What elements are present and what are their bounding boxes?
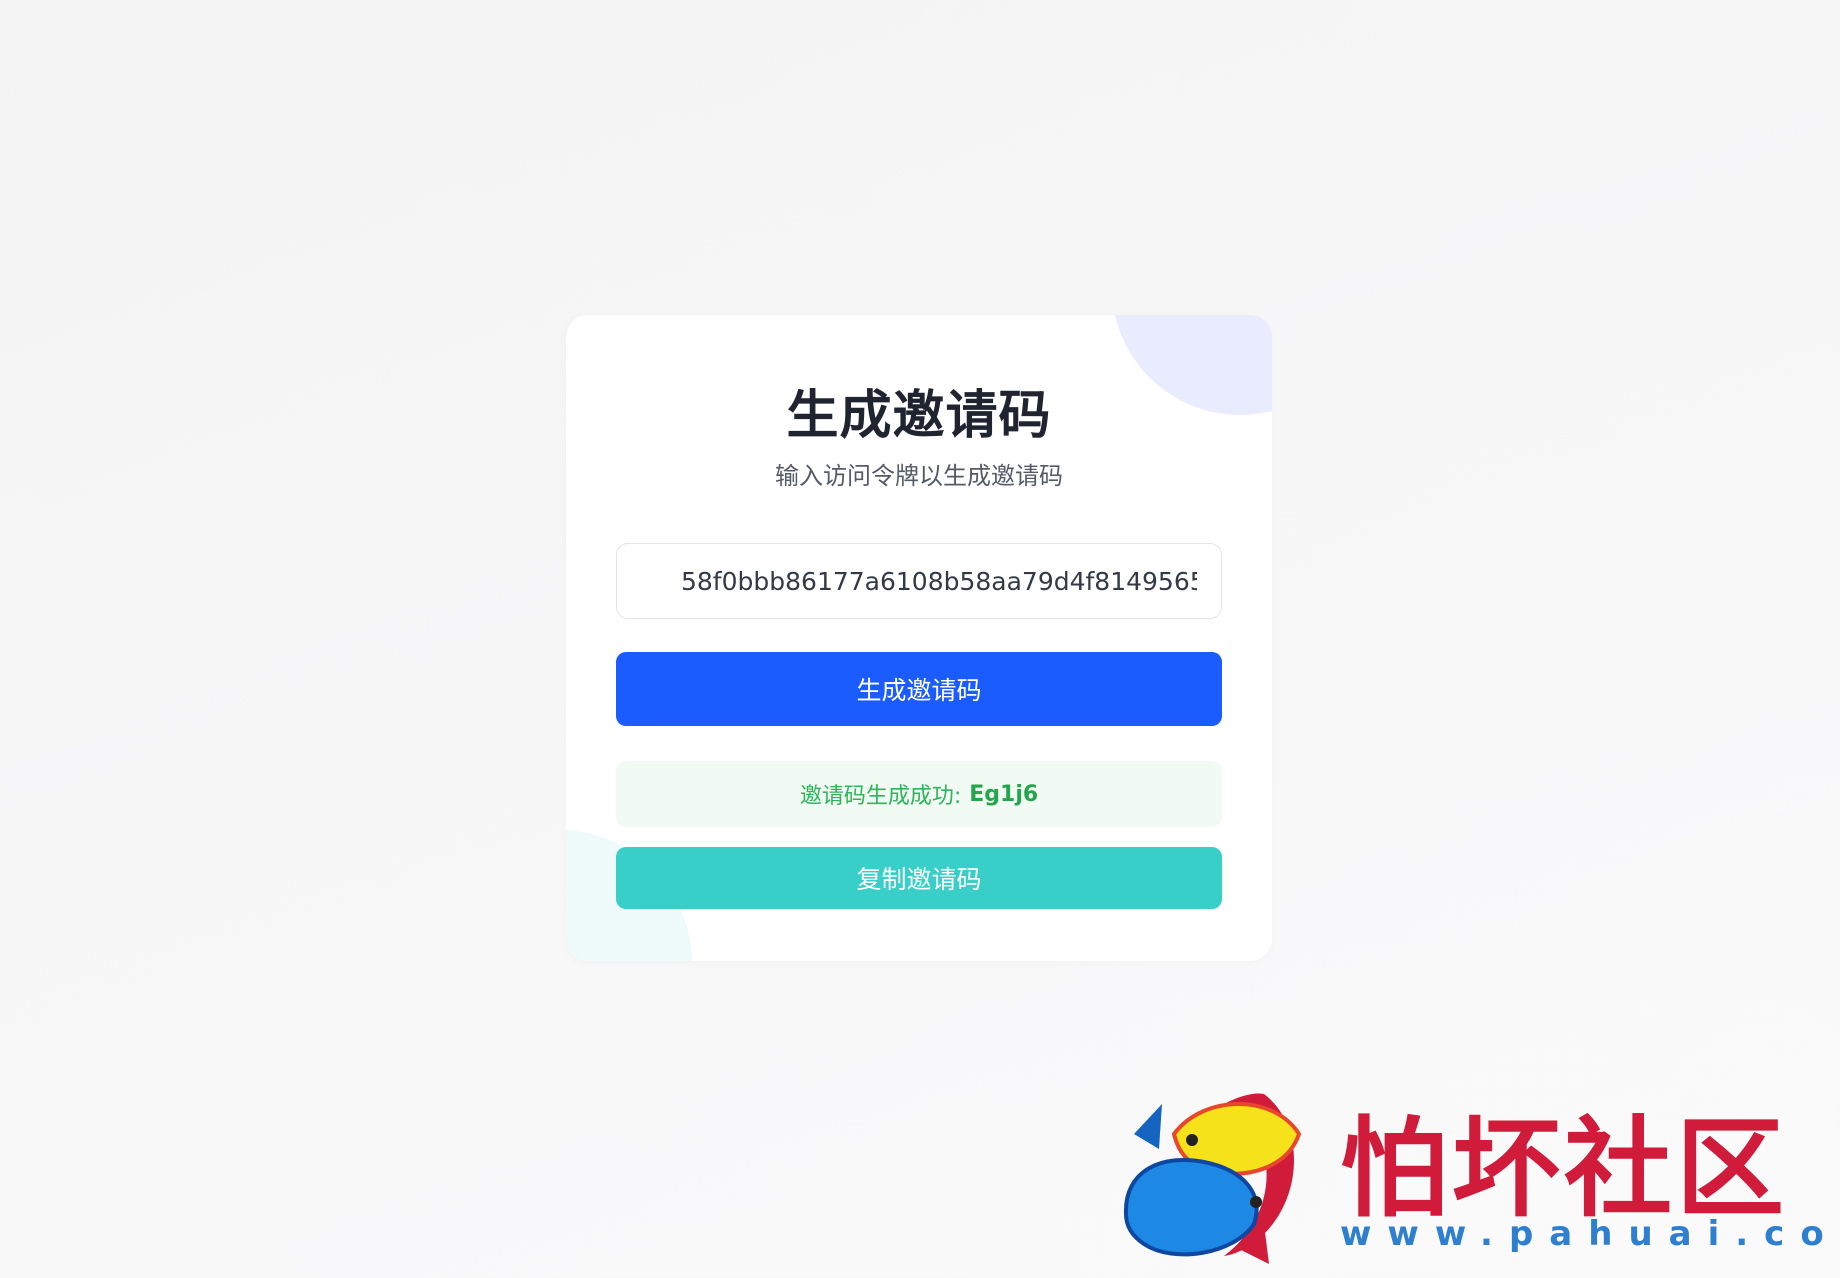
invite-code: Eg1j6	[969, 781, 1039, 807]
success-message-text: 邀请码生成成功:	[799, 784, 962, 809]
watermark: 怕坏社区 www.pahuai.com	[1114, 1074, 1840, 1264]
fish-logo-icon	[1123, 1093, 1302, 1264]
invite-card: 生成邀请码 输入访问令牌以生成邀请码 生成邀请码 邀请码生成成功: Eg1j6 …	[566, 315, 1272, 961]
watermark-url: www.pahuai.com	[1340, 1214, 1840, 1254]
page-title: 生成邀请码	[786, 386, 1052, 446]
page-subtitle: 输入访问令牌以生成邀请码	[775, 462, 1063, 490]
success-message: 邀请码生成成功: Eg1j6	[616, 761, 1222, 827]
access-token-input[interactable]	[616, 543, 1222, 619]
generate-invite-button[interactable]: 生成邀请码	[616, 652, 1222, 726]
copy-invite-button[interactable]: 复制邀请码	[616, 847, 1222, 909]
